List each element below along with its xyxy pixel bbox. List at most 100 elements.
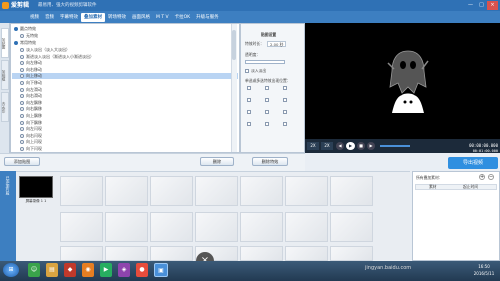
- tab-subtitle[interactable]: 字幕特效: [57, 13, 81, 22]
- vtab-sticker[interactable]: 加贴图: [1, 28, 9, 58]
- zoom-button[interactable]: 2X: [321, 142, 333, 150]
- list-item[interactable]: 向上飘移: [12, 113, 238, 119]
- add-icon[interactable]: +: [479, 174, 485, 180]
- list-item[interactable]: 向上闪现: [12, 139, 238, 145]
- position-checkbox[interactable]: [265, 86, 269, 90]
- timeline-slot[interactable]: [240, 212, 283, 242]
- timeline-slot[interactable]: [330, 176, 373, 206]
- tab-transition[interactable]: 转场特效: [105, 13, 129, 22]
- prev-frame-icon[interactable]: ◀: [336, 142, 344, 150]
- remove-icon[interactable]: −: [488, 174, 494, 180]
- app-icon-purple[interactable]: ◈: [118, 263, 130, 277]
- stop-icon[interactable]: ■: [357, 142, 365, 150]
- app-icon-green[interactable]: ☺: [28, 263, 40, 277]
- timeline-slot[interactable]: [195, 176, 238, 206]
- list-item[interactable]: 向右闪现: [12, 133, 238, 139]
- tab-audio[interactable]: 音频: [42, 13, 57, 22]
- list-group-header[interactable]: 常用特效: [12, 40, 238, 46]
- timeline-slot[interactable]: [105, 176, 148, 206]
- timeline-slot[interactable]: [150, 246, 193, 261]
- timeline-slot[interactable]: [285, 176, 328, 206]
- timeline-slot[interactable]: [60, 176, 103, 206]
- list-item[interactable]: 向下移动: [12, 80, 238, 86]
- folder-icon[interactable]: ▤: [46, 263, 58, 277]
- tab-video[interactable]: 视频: [27, 13, 42, 22]
- timeline-slot[interactable]: [330, 246, 373, 261]
- tab-karaoke[interactable]: 卡拉OK: [172, 13, 194, 22]
- position-checkbox[interactable]: [265, 122, 269, 126]
- position-checkbox[interactable]: [283, 122, 287, 126]
- minimize-button[interactable]: —: [465, 1, 476, 10]
- list-item[interactable]: 向下闪现: [12, 146, 238, 152]
- tab-style[interactable]: 画面风格: [129, 13, 153, 22]
- list-item[interactable]: 向左移动: [12, 60, 238, 66]
- volume-slider[interactable]: [380, 145, 410, 147]
- maximize-button[interactable]: □: [476, 1, 487, 10]
- tab-upgrade[interactable]: 升级与服务: [193, 13, 222, 22]
- vtab-watermark[interactable]: 去水印: [1, 92, 9, 122]
- tab-mtv[interactable]: M T V: [153, 13, 172, 22]
- list-item[interactable]: 向左闪现: [12, 126, 238, 132]
- timeline-slot[interactable]: [240, 246, 283, 261]
- settings-header: 贴图设置: [261, 32, 277, 37]
- app-icon-red[interactable]: ◆: [64, 263, 76, 277]
- list-item[interactable]: 向右飘移: [12, 106, 238, 112]
- app-icon-red2[interactable]: ●: [136, 263, 148, 277]
- list-group-header[interactable]: 圆点特效: [12, 26, 238, 32]
- list-item[interactable]: 向左滑动: [12, 87, 238, 93]
- timeline-slot[interactable]: [240, 176, 283, 206]
- position-checkbox[interactable]: [283, 110, 287, 114]
- position-checkbox[interactable]: [247, 110, 251, 114]
- list-item[interactable]: 向左飘移: [12, 100, 238, 106]
- vtab-frame[interactable]: 加相框: [1, 60, 9, 90]
- timeline-slot[interactable]: [285, 212, 328, 242]
- position-checkbox[interactable]: [265, 98, 269, 102]
- clip-label: 屏幕录像 1 1: [25, 199, 47, 203]
- play-icon[interactable]: ▶: [346, 142, 355, 150]
- list-item[interactable]: 渐进淡入淡出（渐进淡入小渐进淡出）: [12, 54, 238, 60]
- timeline-slot[interactable]: [60, 246, 103, 261]
- duration-input[interactable]: 2.00 秒: [267, 41, 287, 47]
- timeline-slot[interactable]: [195, 212, 238, 242]
- list-item[interactable]: 向上移动: [12, 73, 238, 80]
- timeline-slot[interactable]: [150, 212, 193, 242]
- position-checkbox[interactable]: [247, 122, 251, 126]
- fade-checkbox[interactable]: [245, 69, 249, 73]
- video-clip-thumbnail[interactable]: [19, 176, 53, 198]
- timeline-slot[interactable]: [150, 176, 193, 206]
- list-item[interactable]: 向右滑动: [12, 93, 238, 99]
- position-checkbox[interactable]: [247, 86, 251, 90]
- next-frame-icon[interactable]: ▶: [367, 142, 375, 150]
- list-item[interactable]: 无特效: [12, 33, 238, 39]
- list-item[interactable]: 向右移动: [12, 67, 238, 73]
- radio-icon: [20, 48, 24, 52]
- opacity-slider[interactable]: [245, 60, 285, 64]
- timeline-slot[interactable]: [285, 246, 328, 261]
- export-video-button[interactable]: 导出视频: [448, 157, 498, 169]
- timeline-slot[interactable]: [105, 246, 148, 261]
- close-button[interactable]: ×: [487, 1, 498, 10]
- browser-icon[interactable]: ◉: [82, 263, 94, 277]
- radio-icon: [20, 87, 24, 92]
- timeline-slot[interactable]: [330, 212, 373, 242]
- timeline-slot[interactable]: [60, 212, 103, 242]
- position-checkbox[interactable]: [265, 110, 269, 114]
- delete-button[interactable]: 删除: [200, 157, 234, 166]
- scrollbar-thumb[interactable]: [232, 30, 236, 60]
- tab-overlay[interactable]: 叠加素材: [81, 12, 105, 22]
- start-button-icon[interactable]: ⊞: [3, 263, 19, 277]
- list-item[interactable]: 淡入淡出（淡入大淡出）: [12, 47, 238, 53]
- position-checkbox[interactable]: [283, 98, 287, 102]
- list-item[interactable]: 向下飘移: [12, 120, 238, 126]
- add-sticker-button[interactable]: 添加贴图: [4, 157, 40, 166]
- media-icon[interactable]: ▶: [100, 263, 112, 277]
- overlay-list-panel: 所有叠加素材： + − 素材 起止时间: [412, 171, 500, 261]
- position-checkbox[interactable]: [247, 98, 251, 102]
- position-checkbox[interactable]: [283, 86, 287, 90]
- delete-effect-button[interactable]: 删除特效: [252, 157, 288, 166]
- radio-icon: [20, 114, 24, 118]
- taskbar-app-active[interactable]: ▣: [154, 263, 168, 277]
- overlay-list-title: 所有叠加素材：: [416, 175, 443, 180]
- speed-button[interactable]: 2X: [307, 142, 319, 150]
- timeline-slot[interactable]: [105, 212, 148, 242]
